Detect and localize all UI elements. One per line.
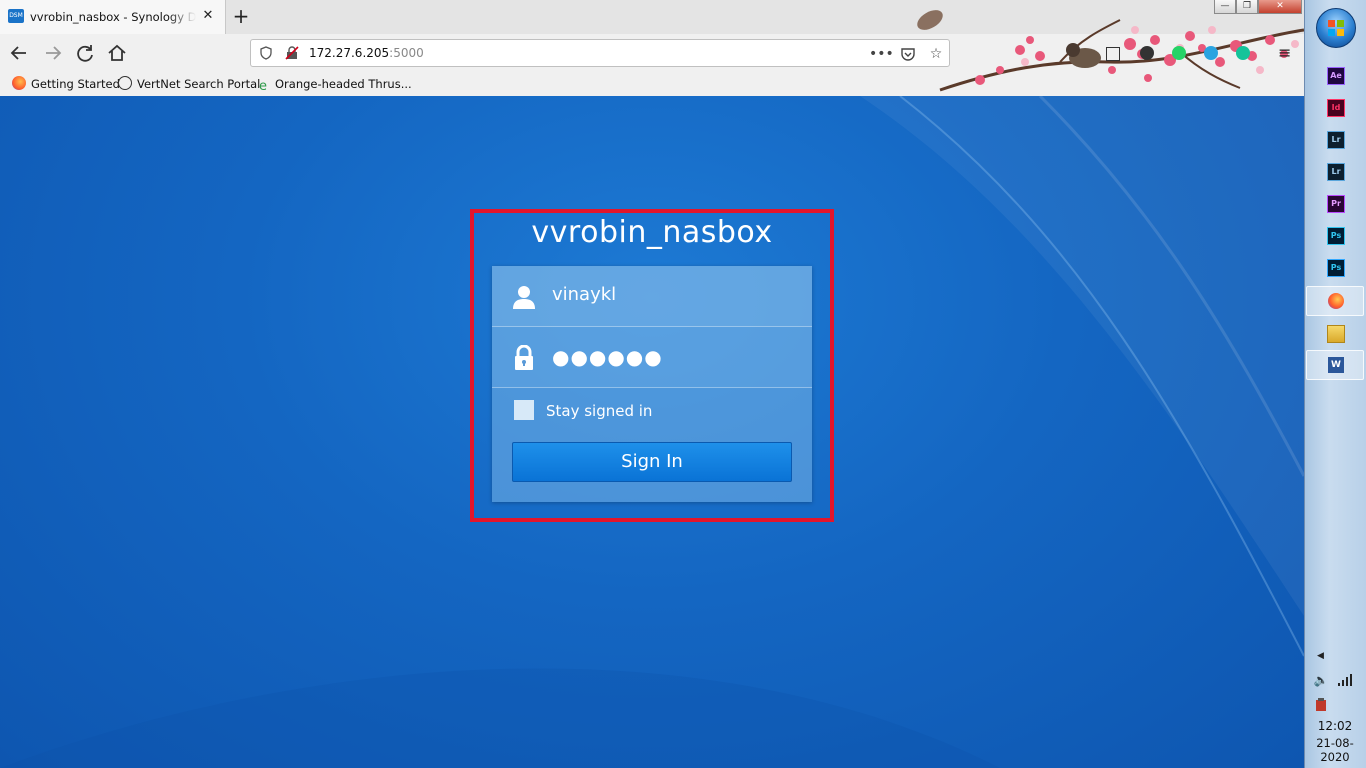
photoshop-icon[interactable]: Ps — [1327, 227, 1345, 245]
page-actions-icon[interactable]: ••• — [869, 44, 894, 64]
start-button[interactable] — [1316, 8, 1356, 48]
globe-icon — [118, 76, 132, 90]
e-icon: e — [259, 79, 267, 94]
url-text[interactable]: 172.27.6.205:5000 — [309, 46, 424, 60]
maximize-button[interactable]: ❐ — [1236, 0, 1258, 14]
new-tab-icon[interactable]: + — [231, 5, 251, 27]
close-window-button[interactable]: ✕ — [1258, 0, 1302, 14]
firefox-icon — [1328, 293, 1344, 309]
bookmark-orange-headed[interactable]: e Orange-headed Thrus... — [256, 76, 412, 94]
telegram-icon[interactable] — [1204, 46, 1218, 60]
url-host: 172.27.6.205 — [309, 46, 390, 60]
bookmark-label: Getting Started — [31, 77, 120, 91]
url-port: :5000 — [389, 46, 424, 60]
grammarly-icon[interactable] — [1236, 46, 1250, 60]
dsm-favicon-icon: DSM — [8, 9, 24, 23]
photoshop-alt-icon[interactable]: Ps — [1327, 259, 1345, 277]
menu-icon[interactable]: ≡ — [1278, 45, 1294, 61]
back-icon[interactable] — [6, 40, 32, 66]
pocket-icon[interactable] — [897, 44, 919, 64]
bookmarks-toolbar: Getting Started VertNet Search Portal eO… — [0, 72, 1304, 96]
usb-device-icon[interactable] — [1313, 697, 1329, 713]
home-icon[interactable] — [104, 40, 130, 66]
toolbar-extensions: ≡ — [1100, 39, 1300, 67]
show-hidden-icons-icon[interactable]: ◀ — [1317, 651, 1324, 661]
file-explorer-icon[interactable] — [1327, 325, 1345, 343]
bookmark-vertnet[interactable]: VertNet Search Portal — [118, 76, 260, 92]
lightroom-icon[interactable]: Lr — [1327, 131, 1345, 149]
windows-logo-icon — [1328, 20, 1344, 36]
tracking-shield-icon[interactable] — [259, 46, 273, 60]
lightroom-classic-icon[interactable]: Lr — [1327, 163, 1345, 181]
library-icon[interactable] — [1106, 47, 1120, 61]
navigation-toolbar: 172.27.6.205:5000 ••• ☆ ≡ — [0, 34, 1304, 72]
windows-taskbar: Ae Id Lr Lr Pr Ps Ps W ◀ 🔈 12:02 21-08-2… — [1304, 0, 1366, 768]
clock-date[interactable]: 21-08-2020 — [1305, 736, 1365, 764]
word-taskbar-button[interactable]: W — [1306, 350, 1364, 380]
address-bar[interactable]: 172.27.6.205:5000 ••• ☆ — [250, 39, 950, 67]
minimize-button[interactable]: — — [1214, 0, 1236, 14]
bookmark-label: VertNet Search Portal — [137, 77, 261, 91]
dsm-login-page: vvrobin_nasbox vinaykl ●●●●●● Stay signe… — [0, 96, 1304, 768]
forward-icon[interactable] — [40, 40, 66, 66]
highlight-annotation-box — [470, 209, 834, 522]
reload-icon[interactable] — [72, 40, 98, 66]
firefox-taskbar-button[interactable] — [1306, 286, 1364, 316]
browser-tab[interactable]: DSM vvrobin_nasbox - Synology DiskStatio… — [0, 0, 226, 34]
clock-time[interactable]: 12:02 — [1305, 719, 1365, 733]
tab-close-icon[interactable]: ✕ — [200, 8, 216, 24]
browser-window: DSM vvrobin_nasbox - Synology DiskStatio… — [0, 0, 1304, 97]
bookmark-getting-started[interactable]: Getting Started — [12, 76, 120, 92]
whatsapp-icon[interactable] — [1172, 46, 1186, 60]
bookmark-label: Orange-headed Thrus... — [275, 77, 412, 91]
insecure-lock-icon[interactable] — [285, 46, 299, 60]
bookmark-star-icon[interactable]: ☆ — [925, 44, 947, 64]
after-effects-icon[interactable]: Ae — [1327, 67, 1345, 85]
network-signal-icon[interactable] — [1337, 672, 1353, 688]
premiere-icon[interactable]: Pr — [1327, 195, 1345, 213]
window-controls: — ❐ ✕ — [1214, 0, 1302, 16]
volume-icon[interactable]: 🔈 — [1313, 672, 1329, 688]
indesign-icon[interactable]: Id — [1327, 99, 1345, 117]
url-actions: ••• ☆ — [865, 44, 949, 64]
firefox-icon — [12, 76, 26, 90]
tab-title: vvrobin_nasbox - Synology DiskStation — [30, 10, 196, 24]
word-icon: W — [1328, 357, 1344, 373]
account-icon[interactable] — [1140, 46, 1154, 60]
